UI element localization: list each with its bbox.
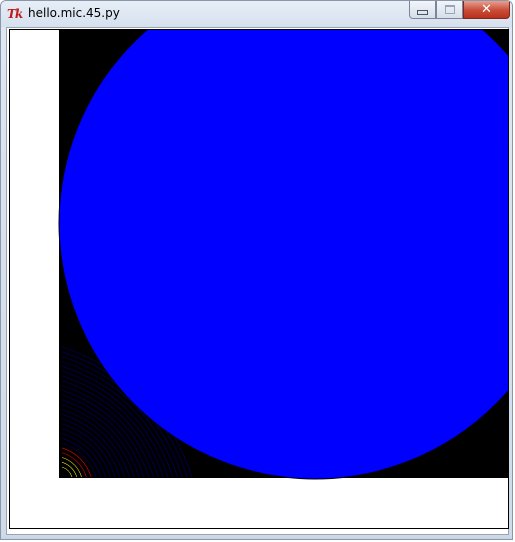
app-window: Tk hello.mic.45.py ✕ — [0, 0, 513, 540]
title-bar[interactable]: Tk hello.mic.45.py ✕ — [1, 1, 512, 27]
close-icon: ✕ — [481, 2, 492, 17]
tk-icon: Tk — [7, 7, 23, 21]
canvas-drawing — [58, 30, 508, 480]
minimize-button[interactable] — [409, 1, 436, 19]
maximize-button[interactable] — [436, 1, 463, 19]
window-client-area — [6, 27, 509, 535]
minimize-icon — [417, 9, 428, 15]
window-title: hello.mic.45.py — [28, 6, 120, 20]
close-button[interactable]: ✕ — [463, 1, 510, 19]
window-bottom-edge — [1, 535, 512, 539]
maximize-icon — [444, 5, 455, 14]
drawing-canvas[interactable] — [9, 29, 509, 529]
